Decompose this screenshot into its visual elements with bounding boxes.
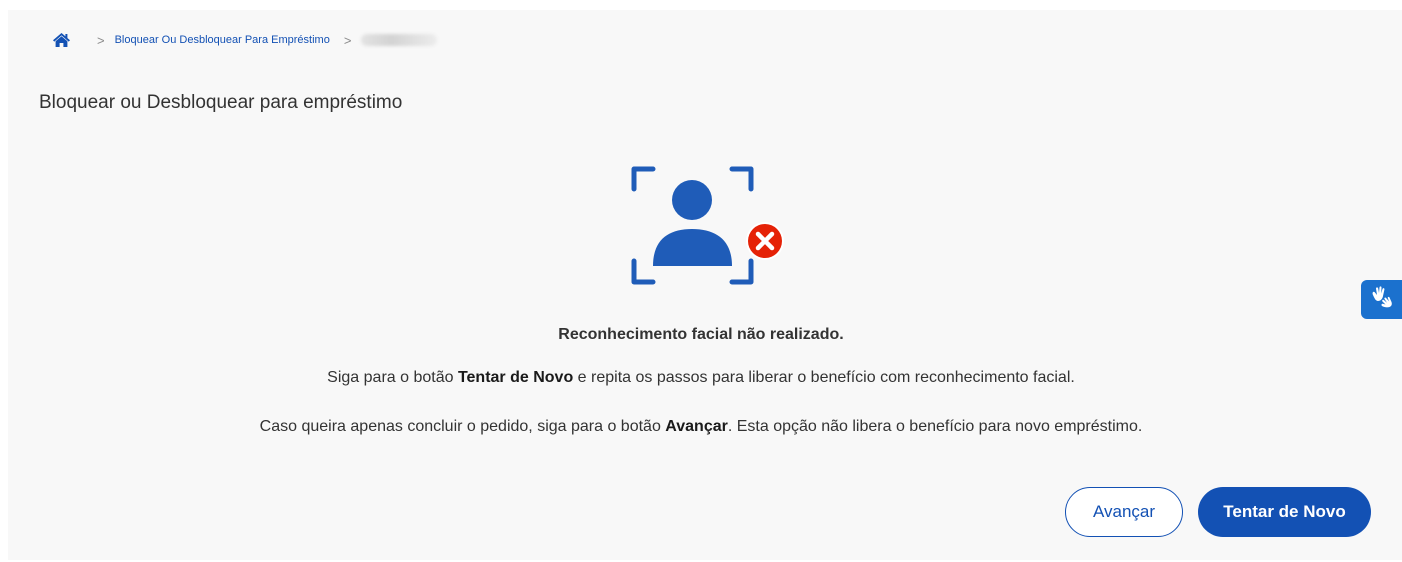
vlibras-button[interactable] (1361, 280, 1402, 319)
instruction-text: . Esta opção não libera o benefício para… (727, 418, 1143, 435)
breadcrumb-separator: > (343, 32, 352, 48)
instruction-highlight-retry: Tentar de Novo (457, 369, 574, 386)
retry-button[interactable]: Tentar de Novo (1198, 487, 1371, 537)
instruction-retry: Siga para o botão Tentar de Novo e repit… (8, 369, 1394, 387)
instruction-advance: Caso queira apenas concluir o pedido, si… (8, 418, 1394, 436)
instruction-text: Siga para o botão (327, 369, 458, 386)
status-title: Reconhecimento facial não realizado. (558, 326, 844, 343)
page-container: > Bloquear Ou Desbloquear Para Empréstim… (8, 10, 1402, 560)
breadcrumb-item-redacted (361, 34, 438, 46)
instruction-text: Caso queira apenas concluir o pedido, si… (259, 418, 666, 435)
breadcrumb-item-current[interactable]: Bloquear Ou Desbloquear Para Empréstimo (115, 34, 330, 46)
instruction-highlight-advance: Avançar (665, 418, 728, 435)
page-title: Bloquear ou Desbloquear para empréstimo (39, 92, 403, 113)
advance-button[interactable]: Avançar (1065, 487, 1183, 537)
sign-language-hands-icon (1370, 286, 1394, 313)
face-recognition-failed-icon (628, 165, 788, 305)
breadcrumb-separator: > (97, 32, 105, 48)
breadcrumb: > Bloquear Ou Desbloquear Para Empréstim… (52, 30, 438, 50)
instruction-text: e repita os passos para liberar o benefí… (573, 369, 1075, 386)
home-icon[interactable] (52, 32, 71, 48)
